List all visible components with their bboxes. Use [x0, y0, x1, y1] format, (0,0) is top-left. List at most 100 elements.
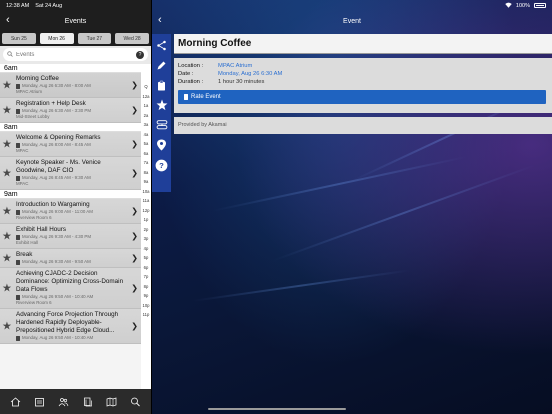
chevron-left-icon[interactable]: ‹ [158, 14, 162, 26]
search-row: ? [0, 46, 151, 64]
schedule-icon[interactable] [31, 395, 47, 409]
list-item[interactable]: ★ Morning Coffee Monday, Aug 26 6:30 AM … [0, 73, 141, 98]
index-entry[interactable]: 4p [144, 244, 149, 254]
date-link[interactable]: Monday, Aug 26 6:30 AM [218, 70, 282, 78]
list-item[interactable]: ★ Advancing Force Projection Through Har… [0, 309, 141, 344]
index-entry[interactable]: 4a [144, 130, 149, 140]
list-item[interactable]: ★ Achieving CJADC-2 Decision Dominance: … [0, 268, 141, 309]
time-header: 8am [0, 123, 141, 132]
location-link[interactable]: MPAC Atrium [218, 62, 252, 70]
clipboard-icon [16, 108, 20, 114]
clipboard-icon [16, 83, 20, 89]
chevron-left-icon[interactable]: ‹ [6, 14, 10, 26]
map-icon[interactable] [104, 395, 120, 409]
tab-mon-26[interactable]: Mon 26 [39, 33, 74, 44]
tab-sun-25[interactable]: Sun 25 [2, 33, 36, 44]
clipboard-icon[interactable] [155, 78, 169, 92]
background-streak [271, 164, 536, 262]
event-detail-card: Morning Coffee Location : MPAC Atrium Da… [174, 34, 552, 152]
index-entry[interactable]: 8a [144, 168, 149, 178]
help-icon[interactable]: ? [155, 158, 169, 172]
index-entry[interactable]: Q [144, 82, 147, 92]
search-icon[interactable] [128, 395, 144, 409]
index-entry[interactable]: 7a [144, 158, 149, 168]
star-icon[interactable]: ★ [2, 320, 12, 333]
event-title: Morning Coffee [16, 75, 59, 82]
index-entry[interactable]: 6p [144, 263, 149, 273]
index-entry[interactable]: 6a [144, 149, 149, 159]
index-entry[interactable]: 8p [144, 282, 149, 292]
list-item[interactable]: ★ Break Monday, Aug 26 9:30 AM - 9:50 AM… [0, 249, 141, 268]
events-pane: ‹ Events Sun 25 Mon 26 Tue 27 Wed 28 ? 6… [0, 0, 151, 414]
index-entry[interactable]: 1p [144, 215, 149, 225]
event-title: Keynote Speaker - Ms. Venice Goodwine, D… [16, 159, 101, 174]
people-icon[interactable] [55, 395, 71, 409]
event-title: Introduction to Wargaming [16, 201, 90, 208]
event-title: Registration + Help Desk [16, 100, 86, 107]
index-entry[interactable]: 12p [143, 206, 150, 216]
date-line: Date : Monday, Aug 26 6:30 AM [178, 70, 548, 78]
index-entry[interactable]: 5p [144, 253, 149, 263]
star-icon[interactable]: ★ [2, 104, 12, 117]
event-meta: Monday, Aug 26 9:30 AM - 9:50 AM [16, 259, 129, 265]
index-entry[interactable]: 2a [144, 111, 149, 121]
clipboard-icon [16, 209, 20, 215]
event-location: Mid-Street Lobby [16, 114, 50, 119]
documents-icon[interactable] [80, 395, 96, 409]
tab-wed-28[interactable]: Wed 28 [115, 33, 149, 44]
index-entry[interactable]: 9a [144, 177, 149, 187]
index-entry[interactable]: 10a [143, 187, 150, 197]
battery-percent: 100% [515, 2, 530, 9]
section-index-bar[interactable]: Q 12a 1a 2a 3a 4a 5a 6a 7a 8a 9a 10a 11a 12p 1p 2p 3p 4p 5… [141, 64, 151, 389]
location-label: Location : [178, 63, 204, 69]
edit-icon[interactable] [155, 58, 169, 72]
star-icon[interactable]: ★ [2, 282, 12, 295]
rate-event-button[interactable]: Rate Event [178, 90, 546, 104]
list-item[interactable]: ★ Keynote Speaker - Ms. Venice Goodwine,… [0, 157, 141, 190]
status-bar: 12:38 AM Sat 24 Aug 100% [0, 0, 552, 11]
list-item[interactable]: ★ Introduction to Wargaming Monday, Aug … [0, 199, 141, 224]
list-item[interactable]: ★ Exhibit Hall Hours Monday, Aug 26 9:30… [0, 224, 141, 249]
star-icon[interactable]: ★ [2, 167, 12, 180]
list-item[interactable]: ★ Welcome & Opening Remarks Monday, Aug … [0, 132, 141, 157]
index-entry[interactable]: 7p [144, 272, 149, 282]
index-entry[interactable]: 5a [144, 139, 149, 149]
index-entry[interactable]: 3p [144, 234, 149, 244]
event-title: Achieving CJADC-2 Decision Dominance: Op… [16, 270, 124, 293]
duration-value: 1 hour 30 minutes [218, 79, 265, 85]
clipboard-icon [16, 175, 20, 181]
clipboard-icon [16, 142, 20, 148]
events-nav-title: Events [64, 17, 87, 25]
event-location: Riverview Room 6 [16, 215, 52, 220]
duration-label: Duration : [178, 79, 204, 85]
search-input[interactable] [16, 51, 133, 58]
home-indicator[interactable] [208, 408, 346, 410]
star-icon[interactable]: ★ [2, 252, 12, 265]
index-entry[interactable]: 10p [143, 301, 150, 311]
home-icon[interactable] [7, 395, 23, 409]
event-location: MPAC [16, 148, 29, 153]
star-icon[interactable]: ★ [2, 138, 12, 151]
index-entry[interactable]: 9p [144, 291, 149, 301]
star-icon[interactable] [155, 98, 169, 112]
duration-line: Duration : 1 hour 30 minutes [178, 78, 548, 86]
clipboard-icon [16, 259, 20, 265]
star-icon[interactable]: ★ [2, 230, 12, 243]
index-entry[interactable]: 2p [144, 225, 149, 235]
tab-tue-27[interactable]: Tue 27 [77, 33, 112, 44]
rate-event-label: Rate Event [191, 94, 221, 100]
star-icon[interactable]: ★ [2, 79, 12, 92]
info-stack-icon[interactable] [155, 118, 169, 132]
location-pin-icon[interactable] [155, 138, 169, 152]
list-item[interactable]: ★ Registration + Help Desk Monday, Aug 2… [0, 98, 141, 123]
index-entry[interactable]: 11p [143, 310, 150, 320]
index-entry[interactable]: 12a [143, 92, 150, 102]
clipboard-icon [16, 335, 20, 341]
help-icon[interactable]: ? [136, 50, 144, 59]
index-entry[interactable]: 11a [143, 196, 150, 206]
event-location: Exhibit Hall [16, 240, 38, 245]
share-icon[interactable] [155, 38, 169, 52]
index-entry[interactable]: 3a [144, 120, 149, 130]
index-entry[interactable]: 1a [144, 101, 149, 111]
star-icon[interactable]: ★ [2, 205, 12, 218]
